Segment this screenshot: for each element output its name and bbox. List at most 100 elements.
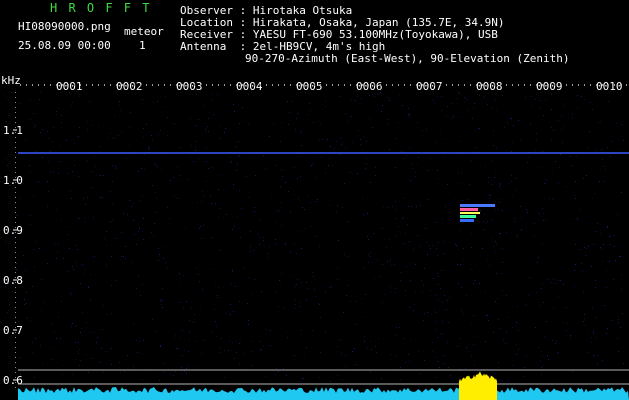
x-minor-tick bbox=[200, 84, 201, 86]
noise-speck bbox=[239, 190, 240, 191]
x-minor-tick bbox=[26, 84, 27, 86]
noise-speck bbox=[262, 262, 263, 263]
noise-speck bbox=[355, 364, 356, 365]
noise-speck bbox=[303, 378, 304, 379]
noise-speck bbox=[340, 96, 341, 97]
noise-speck bbox=[596, 231, 597, 232]
noise-speck bbox=[30, 320, 31, 321]
noise-speck bbox=[32, 342, 33, 343]
x-minor-tick bbox=[230, 84, 231, 86]
noise-speck bbox=[448, 367, 449, 368]
noise-speck bbox=[439, 367, 440, 368]
noise-speck bbox=[313, 122, 314, 123]
noise-speck bbox=[67, 173, 68, 174]
noise-speck bbox=[400, 272, 401, 273]
noise-speck bbox=[186, 301, 187, 302]
noise-speck bbox=[488, 182, 489, 183]
x-minor-tick bbox=[500, 84, 501, 86]
noise-speck bbox=[402, 218, 403, 219]
noise-speck bbox=[245, 120, 246, 121]
noise-speck bbox=[115, 168, 116, 169]
noise-speck bbox=[538, 347, 539, 348]
noise-speck bbox=[377, 260, 378, 261]
noise-speck bbox=[95, 166, 96, 167]
noise-speck bbox=[112, 181, 113, 182]
x-minor-tick bbox=[440, 84, 441, 86]
noise-speck bbox=[435, 103, 436, 104]
noise-speck bbox=[479, 95, 480, 96]
noise-speck bbox=[564, 105, 565, 106]
noise-speck bbox=[185, 227, 186, 228]
noise-speck bbox=[558, 352, 559, 353]
noise-speck bbox=[610, 244, 611, 245]
noise-speck bbox=[155, 331, 156, 332]
noise-speck bbox=[263, 237, 264, 238]
noise-speck bbox=[398, 226, 399, 227]
noise-speck bbox=[112, 165, 113, 166]
noise-speck bbox=[378, 94, 379, 95]
noise-speck bbox=[382, 228, 383, 229]
noise-speck bbox=[584, 318, 585, 319]
noise-speck bbox=[456, 98, 457, 99]
noise-speck bbox=[79, 349, 80, 350]
noise-speck bbox=[186, 373, 187, 374]
noise-speck bbox=[499, 202, 500, 203]
noise-speck bbox=[352, 142, 353, 143]
noise-speck bbox=[563, 126, 564, 127]
noise-speck bbox=[437, 255, 438, 256]
x-minor-tick bbox=[338, 84, 339, 86]
noise-speck bbox=[169, 218, 170, 219]
noise-speck bbox=[380, 228, 381, 229]
x-minor-tick bbox=[368, 84, 369, 86]
noise-speck bbox=[71, 198, 72, 199]
noise-speck bbox=[100, 197, 101, 198]
x-minor-tick bbox=[206, 84, 207, 86]
noise-speck bbox=[367, 213, 368, 214]
noise-speck bbox=[380, 276, 381, 277]
noise-speck bbox=[556, 341, 557, 342]
noise-speck bbox=[121, 232, 122, 233]
y-minor-tick bbox=[15, 372, 16, 373]
noise-speck bbox=[263, 240, 264, 241]
noise-speck bbox=[30, 99, 31, 100]
noise-speck bbox=[474, 103, 475, 104]
noise-speck bbox=[536, 139, 537, 140]
noise-speck bbox=[34, 377, 35, 378]
noise-speck bbox=[483, 221, 484, 222]
noise-speck bbox=[305, 228, 306, 229]
noise-speck bbox=[460, 141, 461, 142]
noise-speck bbox=[604, 166, 605, 167]
noise-speck bbox=[298, 198, 299, 199]
noise-speck bbox=[94, 156, 95, 157]
noise-speck bbox=[78, 334, 79, 335]
x-minor-tick bbox=[482, 84, 483, 86]
noise-speck bbox=[179, 175, 180, 176]
x-minor-tick bbox=[194, 84, 195, 86]
noise-speck bbox=[217, 297, 218, 298]
noise-speck bbox=[415, 264, 416, 265]
y-minor-tick bbox=[15, 187, 16, 188]
noise-speck bbox=[341, 353, 342, 354]
noise-speck bbox=[463, 313, 464, 314]
x-minor-tick bbox=[68, 84, 69, 86]
noise-speck bbox=[182, 330, 183, 331]
noise-speck bbox=[202, 191, 203, 192]
noise-speck bbox=[54, 332, 55, 333]
noise-speck bbox=[414, 230, 415, 231]
noise-speck bbox=[246, 176, 247, 177]
noise-speck bbox=[157, 166, 158, 167]
noise-speck bbox=[408, 354, 409, 355]
noise-speck bbox=[195, 146, 196, 147]
x-minor-tick bbox=[74, 84, 75, 86]
noise-speck bbox=[417, 163, 418, 164]
x-minor-tick bbox=[536, 84, 537, 86]
noise-speck bbox=[520, 206, 521, 207]
noise-speck bbox=[540, 100, 541, 101]
noise-speck bbox=[80, 332, 81, 333]
y-minor-tick bbox=[15, 327, 16, 328]
noise-speck bbox=[163, 363, 164, 364]
x-minor-tick bbox=[50, 84, 51, 86]
noise-speck bbox=[617, 338, 618, 339]
noise-speck bbox=[141, 168, 142, 169]
noise-speck bbox=[414, 304, 415, 305]
